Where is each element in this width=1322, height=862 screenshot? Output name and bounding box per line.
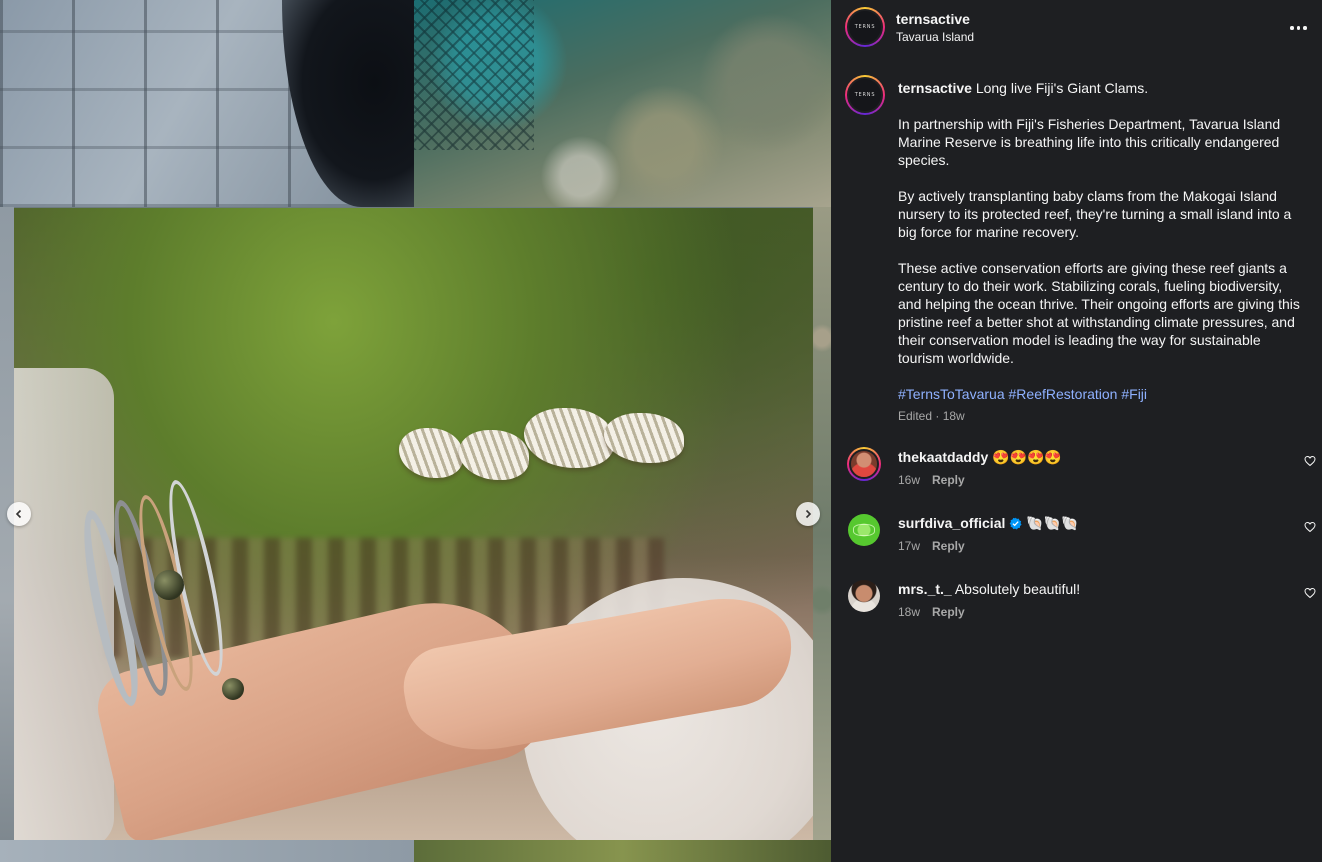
comment-text: 😍😍😍😍: [988, 449, 1062, 465]
comment-body: surfdiva_official 🐚🐚🐚: [898, 514, 1278, 532]
more-horizontal-icon-dot: [1303, 26, 1307, 30]
more-horizontal-icon-dot: [1296, 26, 1300, 30]
hashtag-link[interactable]: #ReefRestoration: [1009, 386, 1118, 402]
reply-button[interactable]: Reply: [932, 539, 965, 553]
comment-meta: 16w Reply: [898, 473, 965, 487]
caption-lead: ternsactive Long live Fiji's Giant Clams…: [898, 79, 1304, 97]
chevron-left-icon: [15, 509, 22, 519]
carousel-next-button[interactable]: [796, 502, 820, 526]
caption-paragraph: In partnership with Fiji's Fisheries Dep…: [898, 116, 1281, 168]
background-bottom-right: [414, 840, 831, 862]
photo-clam: [604, 413, 684, 463]
caption-paragraph: These active conservation efforts are gi…: [898, 260, 1300, 366]
photo-clam: [459, 430, 529, 480]
comment-text: 🐚🐚🐚: [1022, 515, 1079, 531]
comment-time[interactable]: 16w: [898, 473, 920, 487]
hashtag-link[interactable]: #Fiji: [1121, 386, 1147, 402]
photo-clam: [399, 428, 463, 478]
caption-paragraph: By actively transplanting baby clams fro…: [898, 188, 1292, 240]
commenter-avatar[interactable]: [848, 514, 880, 546]
carousel-prev-button[interactable]: [7, 502, 31, 526]
more-horizontal-icon: [1290, 26, 1294, 30]
caption-lead-text: Long live Fiji's Giant Clams.: [971, 80, 1149, 96]
like-heart-icon[interactable]: [1304, 455, 1316, 467]
background-left-strip: [0, 207, 14, 862]
post-media: [0, 0, 831, 862]
photo-clam: [524, 408, 614, 468]
comment-body: mrs._t._ Absolutely beautiful!: [898, 580, 1278, 598]
avatar-logo-text: TERNS: [847, 77, 883, 113]
background-bottom-left: [0, 840, 414, 862]
reply-button[interactable]: Reply: [932, 605, 965, 619]
avatar-logo: [853, 524, 875, 536]
post-details-panel: TERNS ternsactive Tavarua Island TERNS t…: [831, 0, 1322, 862]
comment-meta: 17w Reply: [898, 539, 965, 553]
comment-username[interactable]: surfdiva_official: [898, 515, 1005, 531]
caption-author-avatar[interactable]: TERNS: [845, 75, 885, 115]
verified-badge-icon: [1009, 517, 1022, 530]
comment-text: Absolutely beautiful!: [951, 581, 1081, 597]
comment-item: surfdiva_official 🐚🐚🐚 17w Reply: [831, 513, 1322, 569]
background-net-texture: [414, 0, 534, 150]
post-caption: ternsactive Long live Fiji's Giant Clams…: [898, 79, 1304, 425]
hashtag-link[interactable]: #TernsToTavarua: [898, 386, 1005, 402]
meta-separator: ·: [932, 409, 943, 423]
photo-pearl: [222, 678, 244, 700]
comment-body: thekaatdaddy 😍😍😍😍: [898, 448, 1278, 466]
chevron-right-icon: [805, 509, 812, 519]
comment-time[interactable]: 18w: [898, 605, 920, 619]
comment-time[interactable]: 17w: [898, 539, 920, 553]
like-heart-icon[interactable]: [1304, 521, 1316, 533]
comment-username[interactable]: thekaatdaddy: [898, 449, 988, 465]
caption-username[interactable]: ternsactive: [898, 80, 972, 96]
comment-username[interactable]: mrs._t._: [898, 581, 952, 597]
comment-meta: 18w Reply: [898, 605, 965, 619]
reply-button[interactable]: Reply: [932, 473, 965, 487]
caption-meta: Edited · 18w: [898, 407, 1304, 425]
post-location[interactable]: Tavarua Island: [896, 30, 974, 44]
avatar-logo-text: TERNS: [847, 9, 883, 45]
comment-item: thekaatdaddy 😍😍😍😍 16w Reply: [831, 447, 1322, 503]
like-heart-icon[interactable]: [1304, 587, 1316, 599]
post-header: TERNS ternsactive Tavarua Island: [831, 0, 1322, 58]
caption-hashtags: #TernsToTavarua #ReefRestoration #Fiji: [898, 385, 1304, 403]
commenter-avatar[interactable]: [848, 580, 880, 612]
caption-time[interactable]: 18w: [943, 409, 965, 423]
background-right-strip: [813, 207, 831, 862]
author-username[interactable]: ternsactive: [896, 11, 970, 27]
author-avatar[interactable]: TERNS: [845, 7, 885, 47]
edited-label: Edited: [898, 409, 933, 423]
post-photo-hand-holding-clams: [14, 208, 813, 840]
more-options-button[interactable]: [1290, 19, 1310, 37]
commenter-avatar[interactable]: [847, 447, 881, 481]
comment-item: mrs._t._ Absolutely beautiful! 18w Reply: [831, 579, 1322, 635]
avatar-photo: [849, 449, 879, 479]
photo-pearl: [154, 570, 184, 600]
